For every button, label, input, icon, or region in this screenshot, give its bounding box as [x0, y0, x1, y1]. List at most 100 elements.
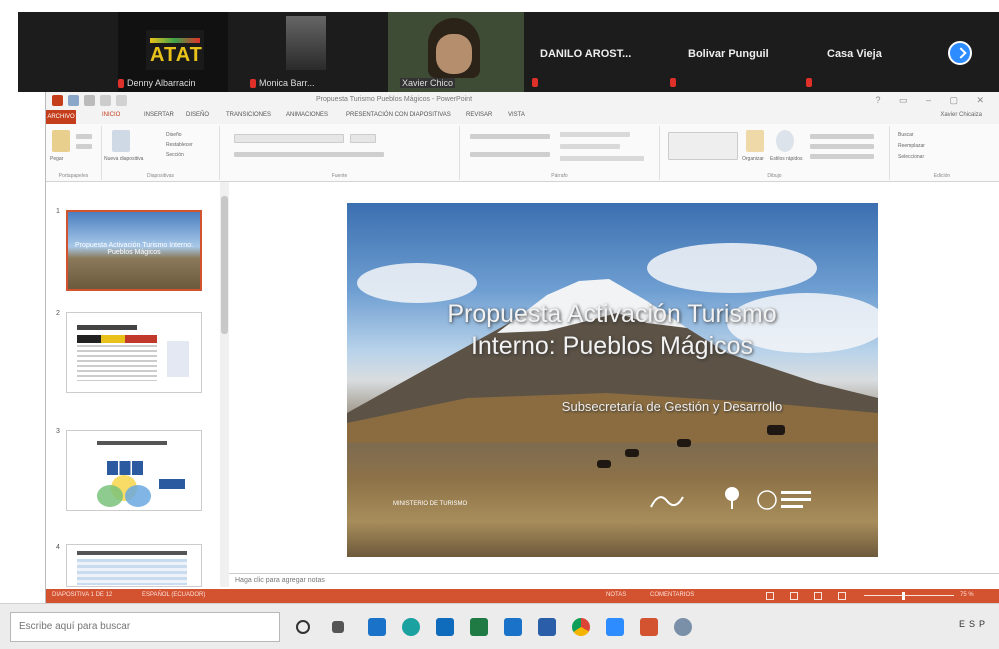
- slide-count: DIAPOSITIVA 1 DE 12: [52, 592, 113, 598]
- horse-silhouette: [625, 449, 639, 457]
- notes-placeholder[interactable]: Haga clic para agregar notas: [235, 577, 325, 584]
- tab-transitions[interactable]: TRANSICIONES: [226, 112, 271, 118]
- next-participants-button[interactable]: [948, 41, 972, 65]
- tab-insert[interactable]: INSERTAR: [144, 112, 174, 118]
- reading-view-icon[interactable]: [814, 592, 822, 600]
- slide-subtitle[interactable]: Subsecretaría de Gestión y Desarrollo: [507, 399, 837, 414]
- slide-number: 4: [56, 544, 60, 551]
- layout-button[interactable]: Diseño: [166, 132, 182, 138]
- zoom-icon[interactable]: [606, 618, 624, 636]
- participant-tile[interactable]: ATAT Denny Albarracin: [118, 12, 228, 92]
- chrome-icon[interactable]: [572, 618, 590, 636]
- task-view-icon[interactable]: [332, 621, 344, 633]
- slide-thumbnail-3[interactable]: [66, 430, 202, 511]
- arrange-icon[interactable]: [746, 130, 764, 152]
- paint-icon[interactable]: [674, 618, 692, 636]
- quick-styles-icon[interactable]: [776, 130, 794, 152]
- slide-thumbnails-pane: 1 Propuesta Activación Turismo Interno: …: [46, 182, 218, 587]
- reset-button[interactable]: Restablecer: [166, 142, 193, 148]
- zoom-slider[interactable]: [864, 595, 954, 596]
- slideshow-view-icon[interactable]: [838, 592, 846, 600]
- excel-icon[interactable]: [470, 618, 488, 636]
- window-controls[interactable]: ? ▭ – ▢ ✕: [875, 95, 992, 106]
- notes-toggle[interactable]: NOTAS: [606, 592, 626, 598]
- find-button[interactable]: Buscar: [898, 132, 914, 138]
- tab-file[interactable]: ARCHIVO: [46, 110, 76, 124]
- slide-thumbnail-1[interactable]: Propuesta Activación Turismo Interno: Pu…: [66, 210, 202, 291]
- tab-view[interactable]: VISTA: [508, 112, 525, 118]
- shape-fill-button[interactable]: [810, 134, 874, 139]
- tab-animations[interactable]: ANIMACIONES: [286, 112, 328, 118]
- ribbon-group-drawing: Organizar Estilos rápidos Dibujo: [660, 126, 890, 180]
- thumbnail-box: [159, 479, 185, 489]
- text-direction-button[interactable]: [560, 132, 630, 137]
- notes-pane[interactable]: Haga clic para agregar notas: [229, 573, 999, 589]
- list-buttons[interactable]: [470, 134, 550, 139]
- muted-mic-icon: [118, 79, 124, 88]
- save-icon[interactable]: [68, 95, 79, 106]
- font-format-buttons[interactable]: [234, 152, 384, 157]
- shape-effects-button[interactable]: [810, 154, 874, 159]
- slide-thumbnail-4[interactable]: [66, 544, 202, 587]
- file-explorer-icon[interactable]: [368, 618, 386, 636]
- slide-canvas[interactable]: Propuesta Activación Turismo Interno: Pu…: [347, 203, 878, 557]
- comments-toggle[interactable]: COMENTARIOS: [650, 592, 694, 598]
- normal-view-icon[interactable]: [766, 592, 774, 600]
- zoom-slider-thumb[interactable]: [902, 592, 905, 600]
- scrollbar-thumb[interactable]: [221, 196, 228, 334]
- paste-icon[interactable]: [52, 130, 70, 152]
- tab-review[interactable]: REVISAR: [466, 112, 492, 118]
- undo-icon[interactable]: [84, 95, 95, 106]
- powerpoint-icon[interactable]: [640, 618, 658, 636]
- taskbar-search[interactable]: [10, 612, 280, 642]
- align-text-button[interactable]: [560, 144, 620, 149]
- tab-design[interactable]: DISEÑO: [186, 112, 209, 118]
- shapes-gallery[interactable]: [668, 132, 738, 160]
- thumbnail-table: [77, 345, 157, 381]
- slide-thumbnail-2[interactable]: [66, 312, 202, 393]
- thumbnail-arrows: [107, 461, 143, 475]
- group-label: Edición: [933, 173, 951, 179]
- participant-tile-active[interactable]: Xavier Chico: [388, 12, 524, 92]
- select-button[interactable]: Seleccionar: [898, 154, 924, 160]
- tab-slideshow[interactable]: PRESENTACIÓN CON DIAPOSITIVAS: [346, 112, 451, 118]
- mail-icon[interactable]: [538, 618, 556, 636]
- outlook-icon[interactable]: [436, 618, 454, 636]
- font-size-select[interactable]: [350, 134, 376, 143]
- slide-title-line-2[interactable]: Interno: Pueblos Mágicos: [387, 331, 837, 361]
- tab-home[interactable]: INICIO: [102, 112, 120, 118]
- windows-taskbar: ESP: [0, 603, 999, 649]
- ribbon-group-font: Fuente: [220, 126, 460, 180]
- participant-name[interactable]: Casa Vieja: [827, 48, 882, 60]
- replace-button[interactable]: Reemplazar: [898, 143, 925, 149]
- redo-icon[interactable]: [100, 95, 111, 106]
- ribbon-group-slides: Nueva diapositiva Diseño Restablecer Sec…: [102, 126, 220, 180]
- store-icon[interactable]: [504, 618, 522, 636]
- keyboard-language-indicator[interactable]: ESP: [959, 619, 989, 629]
- cortana-icon[interactable]: [296, 620, 310, 634]
- cut-button[interactable]: [76, 134, 92, 139]
- start-slideshow-icon[interactable]: [116, 95, 127, 106]
- section-button[interactable]: Sección: [166, 152, 184, 158]
- participant-name[interactable]: Bolivar Punguil: [688, 48, 769, 60]
- convert-smartart-button[interactable]: [560, 156, 644, 161]
- slide-title-line-1[interactable]: Propuesta Activación Turismo: [387, 299, 837, 329]
- group-label: Portapapeles: [58, 173, 89, 179]
- edge-icon[interactable]: [402, 618, 420, 636]
- thumbnails-scrollbar[interactable]: [220, 182, 229, 587]
- new-slide-icon[interactable]: [112, 130, 130, 152]
- muted-mic-icon: [670, 78, 676, 87]
- signed-in-user[interactable]: Xavier Chicaiza: [940, 112, 982, 118]
- shape-outline-button[interactable]: [810, 144, 874, 149]
- align-buttons[interactable]: [470, 152, 550, 157]
- zoom-level[interactable]: 75 %: [960, 592, 974, 598]
- copy-button[interactable]: [76, 144, 92, 149]
- participant-tile[interactable]: Monica Barr...: [250, 12, 360, 92]
- slide-sorter-icon[interactable]: [790, 592, 798, 600]
- taskbar-search-input[interactable]: [19, 621, 269, 632]
- thumbnail-title: Propuesta Activación Turismo Interno: Pu…: [75, 242, 193, 256]
- language-indicator[interactable]: ESPAÑOL (ECUADOR): [142, 592, 205, 598]
- participant-face: [436, 34, 472, 74]
- participant-name[interactable]: DANILO AROST...: [540, 48, 631, 60]
- font-family-select[interactable]: [234, 134, 344, 143]
